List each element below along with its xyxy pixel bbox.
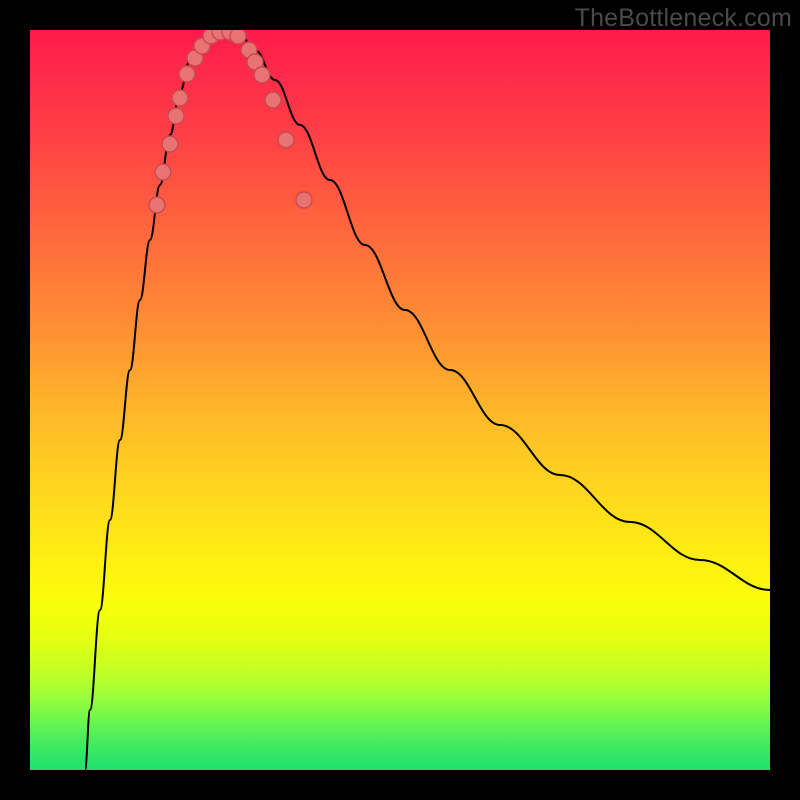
left-curve	[85, 30, 220, 770]
data-point	[172, 90, 188, 106]
plot-area	[30, 30, 770, 770]
right-curve	[230, 30, 770, 590]
data-point	[265, 92, 281, 108]
chart-frame: TheBottleneck.com	[0, 0, 800, 800]
data-point	[179, 66, 195, 82]
chart-svg	[30, 30, 770, 770]
data-point	[254, 67, 270, 83]
data-point	[168, 108, 184, 124]
dots-group	[149, 30, 312, 213]
data-point	[278, 132, 294, 148]
data-point	[162, 136, 178, 152]
data-point	[296, 192, 312, 208]
watermark-label: TheBottleneck.com	[575, 4, 792, 33]
data-point	[149, 197, 165, 213]
data-point	[230, 30, 246, 44]
data-point	[155, 164, 171, 180]
